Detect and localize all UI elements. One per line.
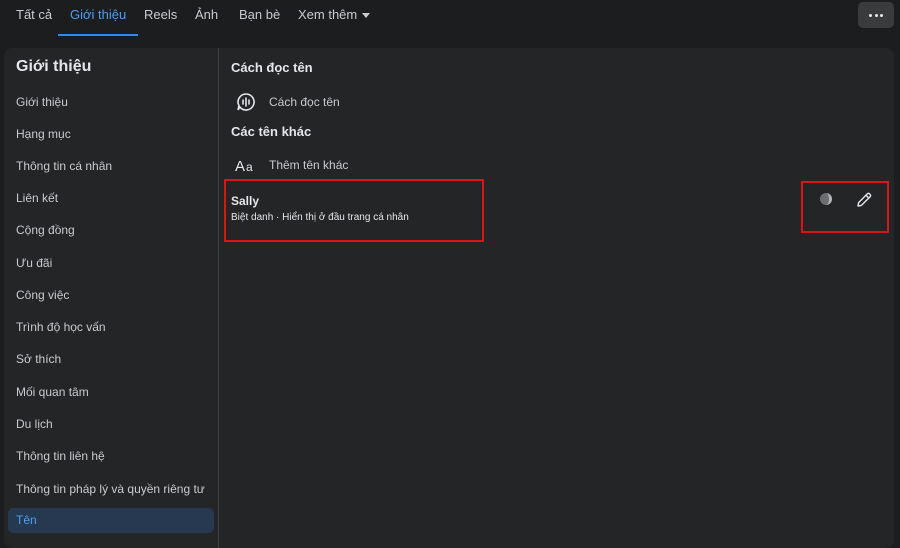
tab-about[interactable]: Giới thiệu (57, 0, 139, 36)
tab-all[interactable]: Tất cả (16, 0, 52, 36)
svg-text:a: a (246, 160, 253, 173)
tab-reels[interactable]: Reels (144, 0, 177, 36)
other-names-section-title: Các tên khác (231, 124, 312, 139)
tab-friends[interactable]: Bạn bè (239, 0, 280, 36)
sidebar-item-interests[interactable]: Mối quan tâm (8, 380, 214, 405)
svg-text:A: A (235, 158, 245, 173)
sidebar-item-offers[interactable]: Ưu đãi (8, 251, 214, 276)
about-main-panel: Cách đọc tên Cách đọc tên Các tên khác A… (219, 48, 894, 548)
tab-see-more-label: Xem thêm (298, 7, 358, 22)
about-card: Giới thiệu Giới thiệu Hạng mục Thông tin… (4, 48, 894, 548)
sidebar-title: Giới thiệu (16, 58, 92, 75)
sidebar-item-community[interactable]: Cộng đồng (8, 218, 214, 243)
profile-tabs-bar: Tất cả Giới thiệu Reels Ảnh Bạn bè Xem t… (0, 0, 900, 36)
sidebar-item-education[interactable]: Trình độ học vấn (8, 315, 214, 340)
sidebar-item-about[interactable]: Giới thiệu (8, 90, 214, 115)
more-options-button[interactable] (858, 2, 894, 28)
tab-see-more[interactable]: Xem thêm (298, 0, 371, 36)
ellipsis-icon (868, 13, 884, 17)
caret-down-icon (362, 13, 371, 19)
sidebar-item-contact-info[interactable]: Thông tin liên hệ (8, 444, 214, 469)
sidebar-item-legal-privacy[interactable]: Thông tin pháp lý và quyền riêng tư (8, 477, 214, 502)
sidebar-item-links[interactable]: Liên kết (8, 186, 214, 211)
voice-bubble-icon (235, 91, 257, 113)
about-sidebar: Giới thiệu Giới thiệu Hạng mục Thông tin… (4, 48, 219, 548)
sidebar-item-work[interactable]: Công việc (8, 283, 214, 308)
sidebar-item-personal-info[interactable]: Thông tin cá nhân (8, 154, 214, 179)
name-pronunciation-label: Cách đọc tên (269, 95, 340, 109)
font-aa-icon: A a (235, 154, 257, 176)
sidebar-item-categories[interactable]: Hạng mục (8, 122, 214, 147)
sidebar-item-name[interactable]: Tên (8, 508, 214, 533)
pronunciation-section-title: Cách đọc tên (231, 60, 313, 75)
add-other-name-link[interactable]: A a Thêm tên khác (235, 153, 348, 177)
sidebar-item-hobbies[interactable]: Sở thích (8, 347, 214, 372)
highlight-name-box (224, 179, 484, 242)
tab-photos[interactable]: Ảnh (195, 0, 218, 36)
add-other-name-label: Thêm tên khác (269, 158, 349, 172)
sidebar-item-travel[interactable]: Du lịch (8, 412, 214, 437)
name-pronunciation-link[interactable]: Cách đọc tên (235, 90, 340, 114)
highlight-actions-box (801, 181, 889, 233)
